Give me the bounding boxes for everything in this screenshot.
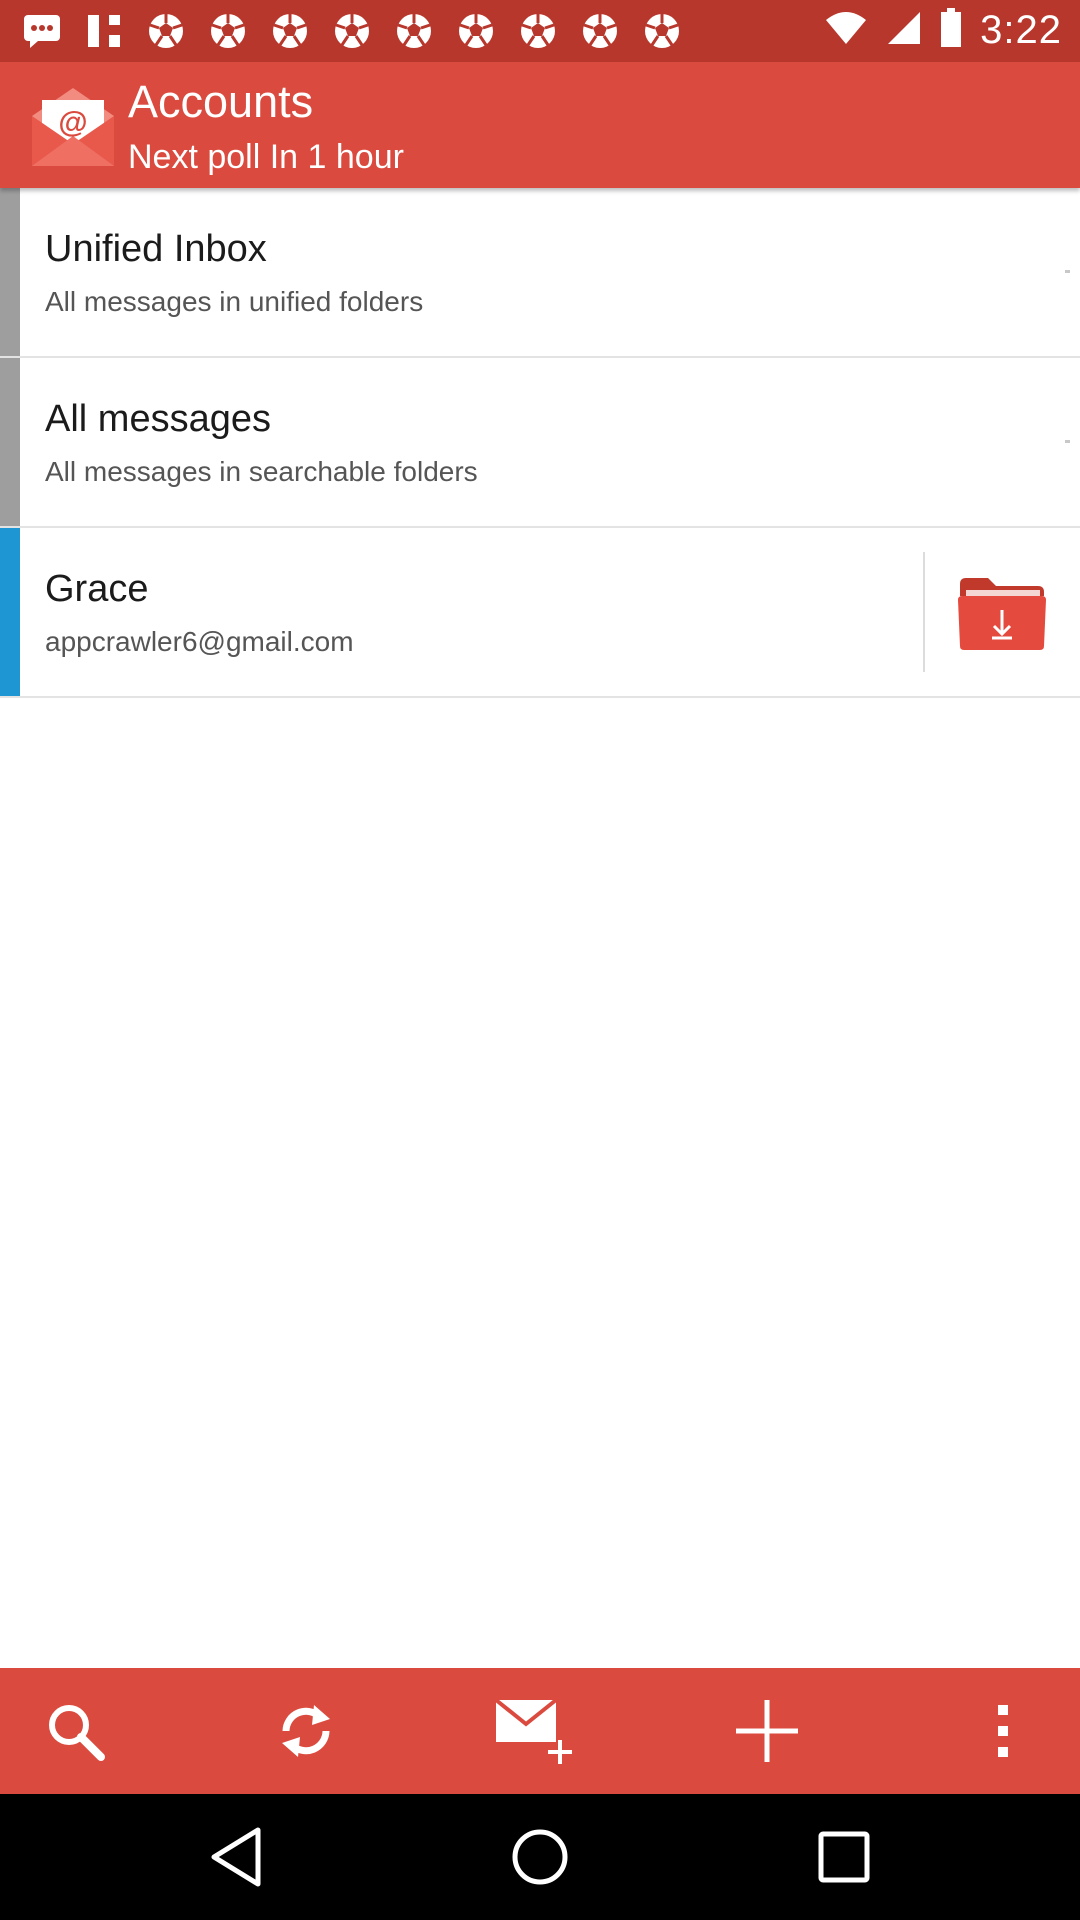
page-title: Accounts	[128, 76, 314, 127]
soccer-ball-icon	[516, 10, 560, 52]
more-options-icon[interactable]	[958, 1686, 1048, 1776]
list-item-account-grace[interactable]: Grace appcrawler6@gmail.com	[0, 528, 1080, 698]
list-item-subtitle: All messages in searchable folders	[45, 456, 478, 487]
refresh-icon[interactable]	[261, 1686, 351, 1776]
soccer-ball-icon	[268, 10, 312, 52]
status-bar: 3:22	[0, 0, 1080, 62]
account-email: appcrawler6@gmail.com	[45, 626, 354, 657]
account-list: Unified Inbox All messages in unified fo…	[0, 188, 1080, 698]
account-name: Grace	[45, 568, 149, 610]
navigation-bar	[0, 1794, 1080, 1920]
edge-marker	[1065, 270, 1070, 273]
list-item-subtitle: All messages in unified folders	[45, 286, 424, 317]
compose-mail-icon[interactable]	[490, 1686, 580, 1776]
system-status: 3:22	[824, 8, 1062, 53]
app-bar: @ Accounts Next poll In 1 hour	[0, 62, 1080, 188]
back-icon[interactable]	[196, 1817, 276, 1897]
list-item-unified-inbox[interactable]: Unified Inbox All messages in unified fo…	[0, 188, 1080, 358]
soccer-ball-icon	[454, 10, 498, 52]
soccer-ball-icon	[206, 10, 250, 52]
soccer-ball-icon	[578, 10, 622, 52]
edge-marker	[1065, 440, 1070, 443]
account-color-stripe	[0, 528, 20, 696]
email-envelope-icon[interactable]: @	[28, 82, 118, 172]
wifi-icon	[824, 10, 868, 51]
battery-icon	[940, 8, 962, 53]
svg-text:@: @	[58, 106, 87, 139]
add-icon[interactable]	[722, 1686, 812, 1776]
list-item-all-messages[interactable]: All messages All messages in searchable …	[0, 358, 1080, 528]
folder-color-stripe	[0, 188, 20, 356]
soccer-ball-icon	[330, 10, 374, 52]
signal-icon	[886, 10, 922, 51]
soccer-ball-icon	[392, 10, 436, 52]
poll-status: Next poll In 1 hour	[128, 138, 404, 176]
clock: 3:22	[980, 8, 1062, 52]
folder-download-icon[interactable]	[956, 568, 1048, 658]
list-item-title: All messages	[45, 398, 271, 440]
flipboard-icon	[82, 10, 126, 52]
home-icon[interactable]	[500, 1817, 580, 1897]
chat-icon	[20, 10, 64, 52]
soccer-ball-icon	[144, 10, 188, 52]
soccer-ball-icon	[640, 10, 684, 52]
list-item-title: Unified Inbox	[45, 228, 267, 270]
divider	[923, 552, 925, 672]
notification-icons	[20, 10, 684, 52]
recents-icon[interactable]	[804, 1817, 884, 1897]
search-icon[interactable]	[30, 1686, 120, 1776]
folder-color-stripe	[0, 358, 20, 526]
bottom-toolbar	[0, 1668, 1080, 1794]
